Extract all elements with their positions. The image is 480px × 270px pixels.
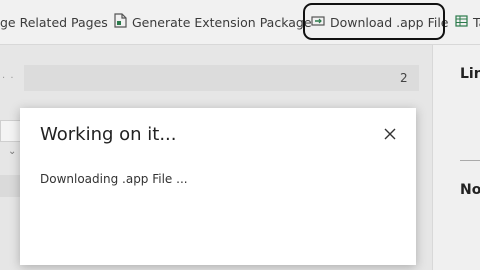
related-pages-action[interactable]: ge Related Pages	[0, 0, 108, 44]
related-pages-label: ge Related Pages	[0, 14, 108, 30]
dialog-message: Downloading .app File ...	[40, 172, 188, 186]
row-value: 2	[400, 71, 408, 85]
action-toolbar: ge Related Pages Generate Extension Pack…	[0, 0, 480, 45]
left-field[interactable]	[0, 120, 22, 142]
chevron-down-icon[interactable]: ⌄	[8, 146, 16, 157]
table-icon	[455, 14, 468, 30]
dialog-title: Working on it...	[40, 124, 177, 145]
download-highlight-outline	[303, 3, 445, 40]
table-action[interactable]: Ta	[455, 0, 480, 44]
working-dialog: Working on it... Downloading .app File .…	[20, 108, 416, 265]
table-label: Ta	[473, 14, 480, 30]
side-panel-label-bottom: No	[460, 182, 480, 198]
side-panel-divider	[460, 160, 480, 161]
side-panel-label-top: Lin	[460, 66, 480, 82]
ellipsis-icon[interactable]: · ·	[2, 73, 15, 84]
document-icon	[114, 13, 127, 31]
left-block	[0, 175, 20, 197]
generate-extension-package-label: Generate Extension Package	[132, 14, 312, 30]
generate-extension-package-action[interactable]: Generate Extension Package	[114, 0, 312, 44]
close-icon[interactable]	[382, 126, 398, 142]
line-row[interactable]	[24, 65, 419, 91]
